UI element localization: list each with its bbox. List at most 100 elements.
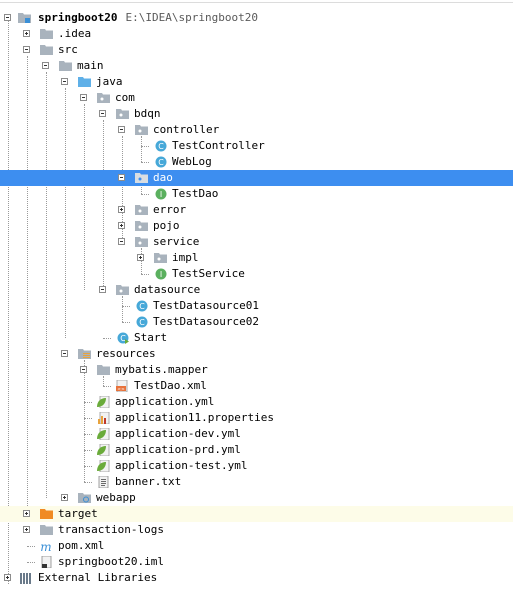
interface-icon: I — [155, 188, 167, 200]
item-label: TestService — [172, 267, 245, 280]
tree-row-application11-properties[interactable]: application11.properties — [0, 410, 513, 426]
item-label: pom.xml — [58, 539, 105, 552]
tree-row-test-datasource02[interactable]: C TestDatasource02 — [0, 314, 513, 330]
item-label: mybatis.mapper — [115, 363, 208, 376]
tree-row-test-dao-xml[interactable]: <> TestDao.xml — [0, 378, 513, 394]
expand-toggle[interactable] — [137, 254, 144, 261]
tree-row-mybatis-mapper[interactable]: mybatis.mapper — [0, 362, 513, 378]
tree-row-application-test-yml[interactable]: application-test.yml — [0, 458, 513, 474]
item-label: resources — [96, 347, 156, 360]
tree-row-bdqn[interactable]: bdqn — [0, 106, 513, 122]
class-icon: C — [136, 316, 148, 328]
tree-row-com[interactable]: com — [0, 90, 513, 106]
expand-toggle[interactable] — [23, 510, 30, 517]
tree-row-test-controller[interactable]: C TestController — [0, 138, 513, 154]
svg-text:<>: <> — [117, 386, 125, 392]
tree-row-target[interactable]: target — [0, 506, 513, 522]
svg-text:I: I — [160, 190, 162, 199]
package-icon — [116, 109, 129, 119]
tree-row-test-datasource01[interactable]: C TestDatasource01 — [0, 298, 513, 314]
source-folder-icon — [78, 77, 91, 87]
tree-row-external-libraries[interactable]: External Libraries — [0, 570, 513, 586]
item-label: dao — [153, 171, 173, 184]
interface-icon: I — [155, 268, 167, 280]
folder-icon — [40, 29, 53, 39]
tree-row-impl[interactable]: impl — [0, 250, 513, 266]
tree-row-start[interactable]: C Start — [0, 330, 513, 346]
svg-text:C: C — [158, 142, 164, 151]
svg-text:C: C — [158, 158, 164, 167]
package-icon — [135, 173, 148, 183]
collapse-toggle[interactable] — [61, 350, 68, 357]
tree-row-test-dao[interactable]: I TestDao — [0, 186, 513, 202]
tree-row-test-service[interactable]: I TestService — [0, 266, 513, 282]
tree-row-error[interactable]: error — [0, 202, 513, 218]
tree-row-project[interactable]: springboot20 E:\IDEA\springboot20 — [0, 10, 513, 26]
tree-row-resources[interactable]: resources — [0, 346, 513, 362]
tree-row-service[interactable]: service — [0, 234, 513, 250]
expand-toggle[interactable] — [118, 222, 125, 229]
package-icon — [135, 205, 148, 215]
expand-toggle[interactable] — [61, 494, 68, 501]
tree-row-main[interactable]: main — [0, 58, 513, 74]
tree-row-src[interactable]: src — [0, 42, 513, 58]
module-folder-icon — [18, 13, 31, 23]
tree-row-datasource[interactable]: datasource — [0, 282, 513, 298]
tree-row-webapp[interactable]: webapp — [0, 490, 513, 506]
class-icon: C — [155, 140, 167, 152]
collapse-toggle[interactable] — [99, 110, 106, 117]
collapse-toggle[interactable] — [61, 78, 68, 85]
tree-row-dao[interactable]: dao — [0, 170, 513, 186]
tree-row-idea[interactable]: .idea — [0, 26, 513, 42]
tree-row-transaction-logs[interactable]: transaction-logs — [0, 522, 513, 538]
collapse-toggle[interactable] — [118, 174, 125, 181]
collapse-toggle[interactable] — [80, 94, 87, 101]
item-label: controller — [153, 123, 220, 136]
tree-row-springboot20-iml[interactable]: springboot20.iml — [0, 554, 513, 570]
item-label: application-prd.yml — [115, 443, 241, 456]
item-label: TestDao.xml — [134, 379, 207, 392]
tree-row-banner-txt[interactable]: banner.txt — [0, 474, 513, 490]
collapse-toggle[interactable] — [23, 46, 30, 53]
collapse-toggle[interactable] — [4, 14, 11, 21]
item-label: src — [58, 43, 78, 56]
tree-row-application-yml[interactable]: application.yml — [0, 394, 513, 410]
item-label: WebLog — [172, 155, 212, 168]
expand-toggle[interactable] — [4, 574, 11, 581]
expand-toggle[interactable] — [23, 30, 30, 37]
collapse-toggle[interactable] — [118, 126, 125, 133]
item-label: webapp — [96, 491, 136, 504]
item-label: java — [96, 75, 123, 88]
item-label: datasource — [134, 283, 201, 296]
web-folder-icon — [78, 493, 91, 503]
item-label: banner.txt — [115, 475, 182, 488]
spring-config-icon — [97, 444, 110, 456]
item-label: TestDatasource01 — [153, 299, 259, 312]
spring-boot-run-icon: C — [117, 332, 129, 344]
item-label: TestController — [172, 139, 265, 152]
tree-row-application-prd-yml[interactable]: application-prd.yml — [0, 442, 513, 458]
resources-folder-icon — [78, 349, 91, 359]
collapse-toggle[interactable] — [118, 238, 125, 245]
package-icon — [97, 93, 110, 103]
item-label: TestDatasource02 — [153, 315, 259, 328]
maven-icon: m — [40, 540, 51, 552]
expand-toggle[interactable] — [23, 526, 30, 533]
tree-row-pom-xml[interactable]: m pom.xml — [0, 538, 513, 554]
tree-row-weblog[interactable]: C WebLog — [0, 154, 513, 170]
collapse-toggle[interactable] — [80, 366, 87, 373]
item-label: springboot20.iml — [58, 555, 164, 568]
tree-row-application-dev-yml[interactable]: application-dev.yml — [0, 426, 513, 442]
tree-row-controller[interactable]: controller — [0, 122, 513, 138]
expand-toggle[interactable] — [118, 206, 125, 213]
tree-row-pojo[interactable]: pojo — [0, 218, 513, 234]
collapse-toggle[interactable] — [99, 286, 106, 293]
package-icon — [116, 285, 129, 295]
item-label: com — [115, 91, 135, 104]
spring-config-icon — [97, 428, 110, 440]
collapse-toggle[interactable] — [42, 62, 49, 69]
project-path: E:\IDEA\springboot20 — [125, 11, 258, 24]
tree-row-java[interactable]: java — [0, 74, 513, 90]
folder-icon — [40, 525, 53, 535]
item-label: application-dev.yml — [115, 427, 241, 440]
